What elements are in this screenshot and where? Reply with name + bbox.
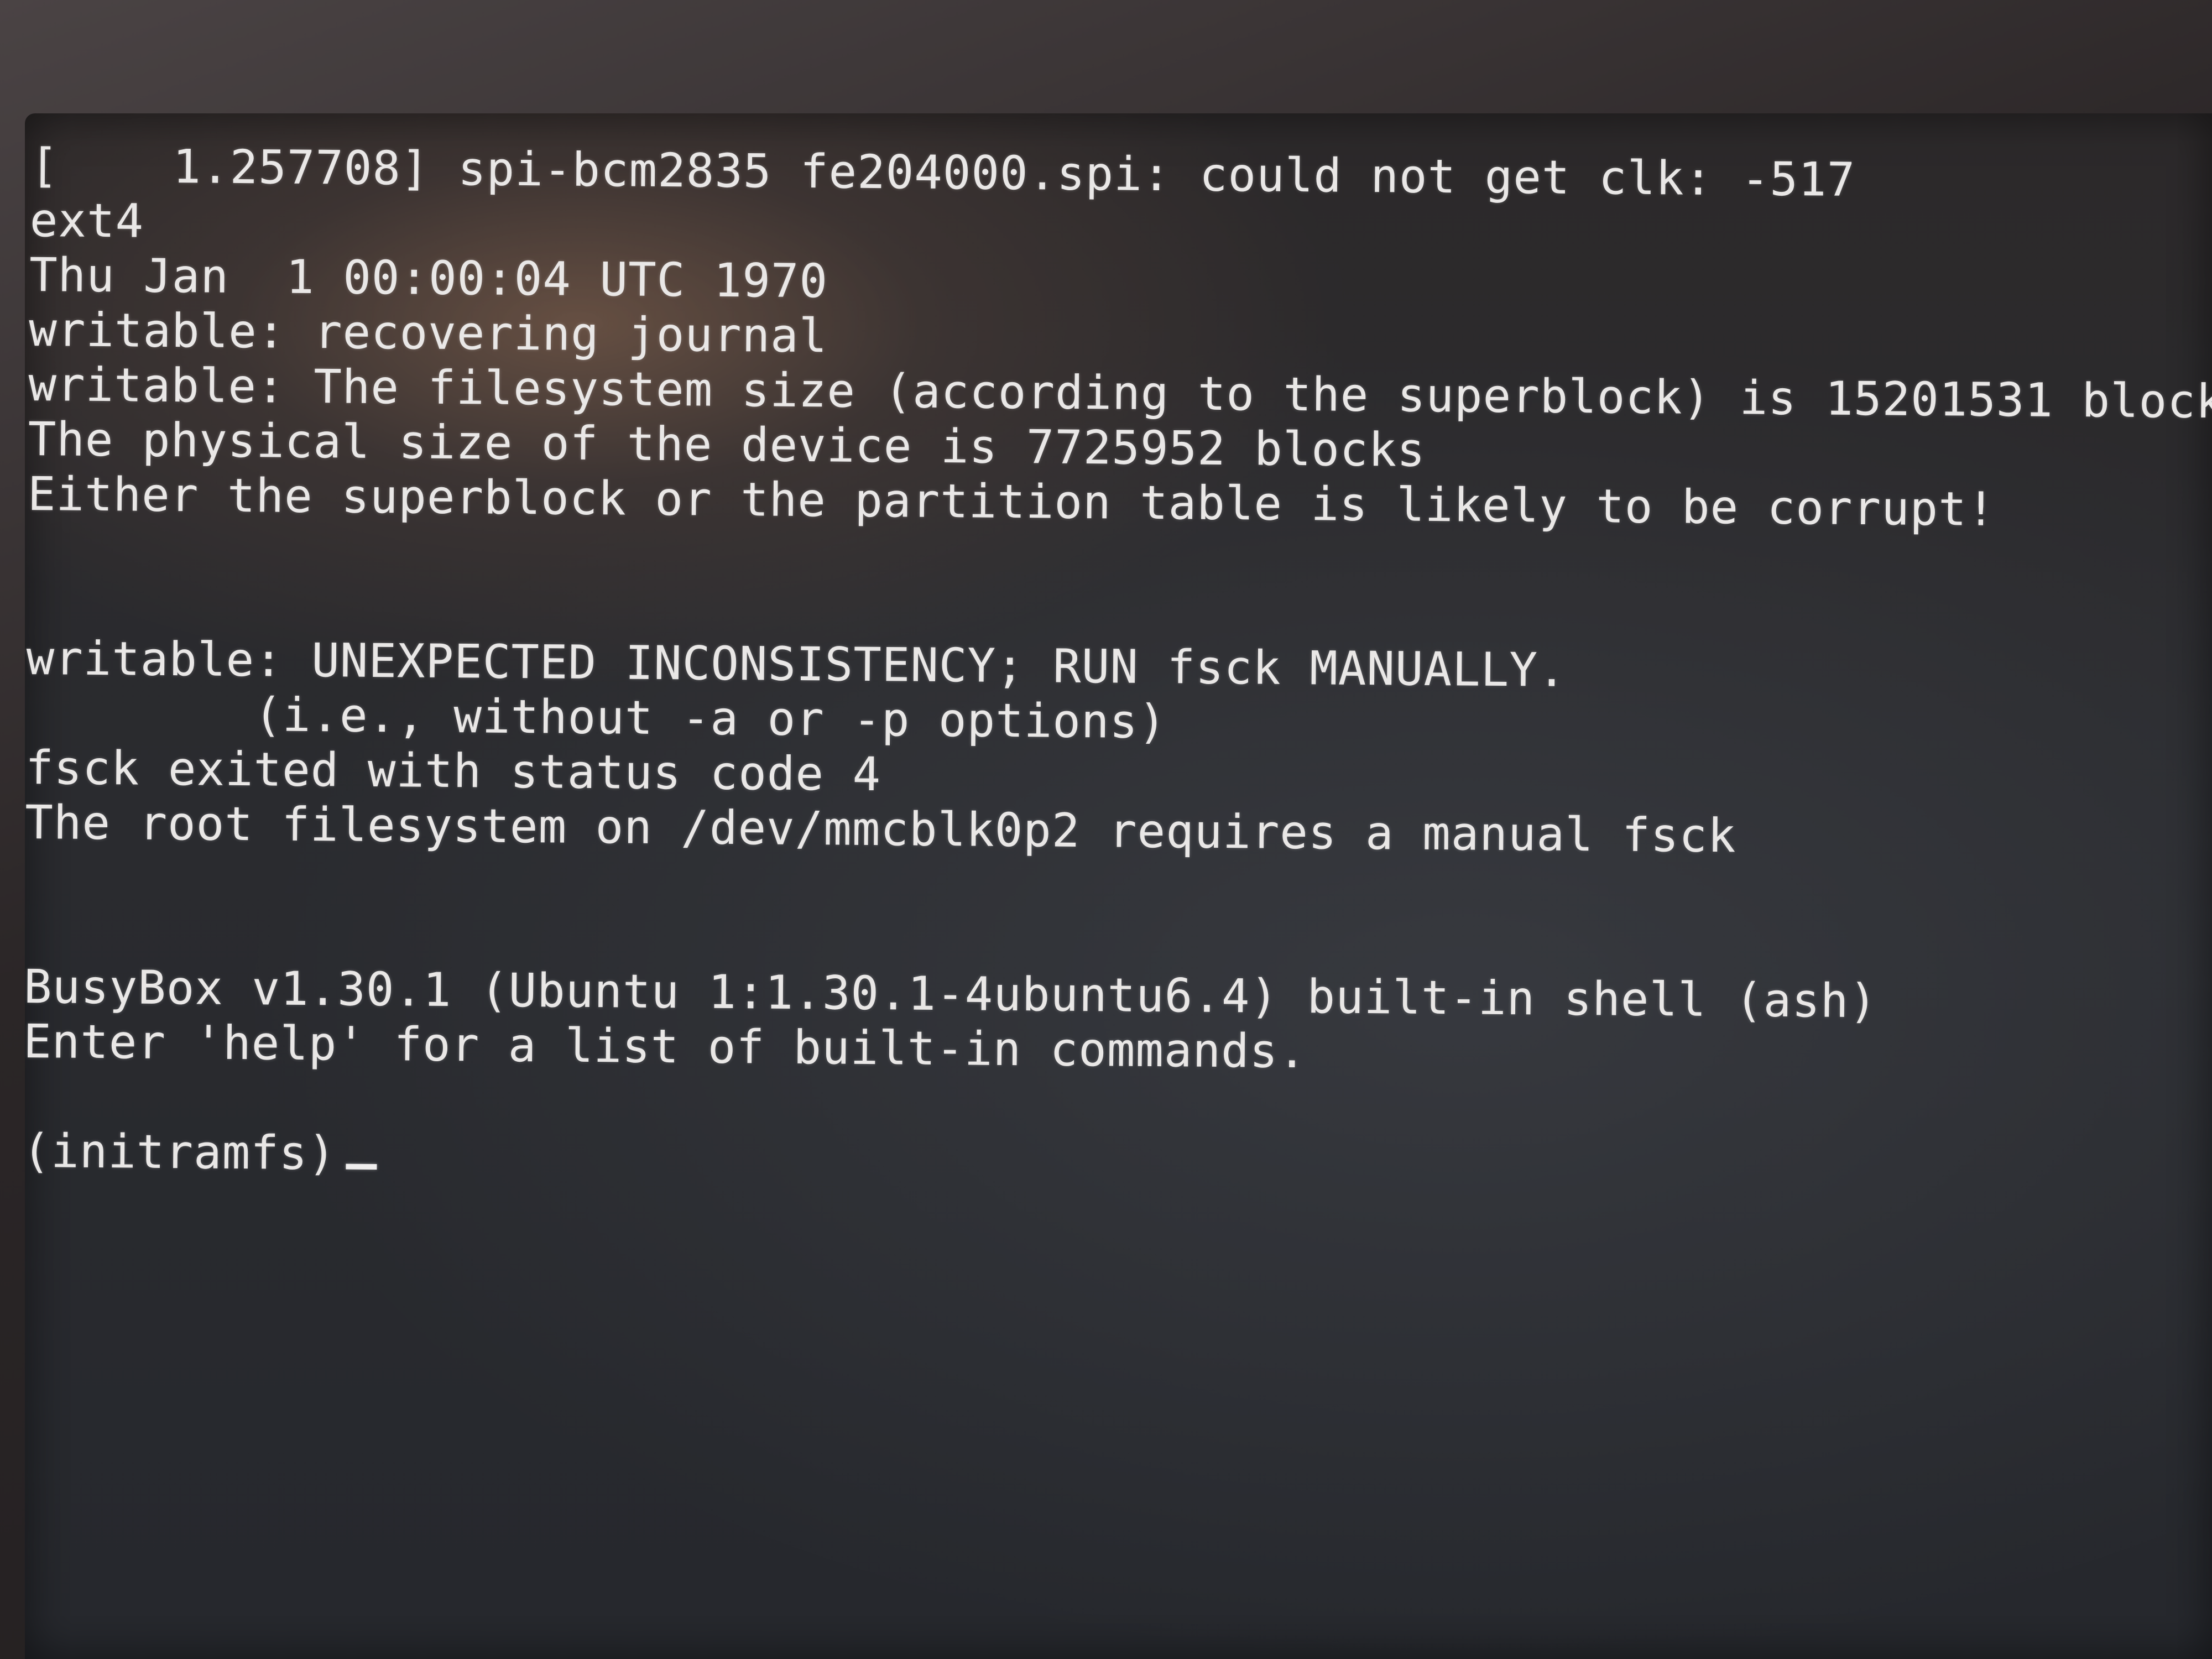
- console-terminal[interactable]: [ 1.257708] spi-bcm2835 fe204000.spi: co…: [21, 138, 2212, 1372]
- shell-prompt: (initramfs): [22, 1123, 337, 1181]
- text-cursor[interactable]: [346, 1164, 377, 1170]
- photo: [ 1.257708] spi-bcm2835 fe204000.spi: co…: [0, 0, 2212, 1659]
